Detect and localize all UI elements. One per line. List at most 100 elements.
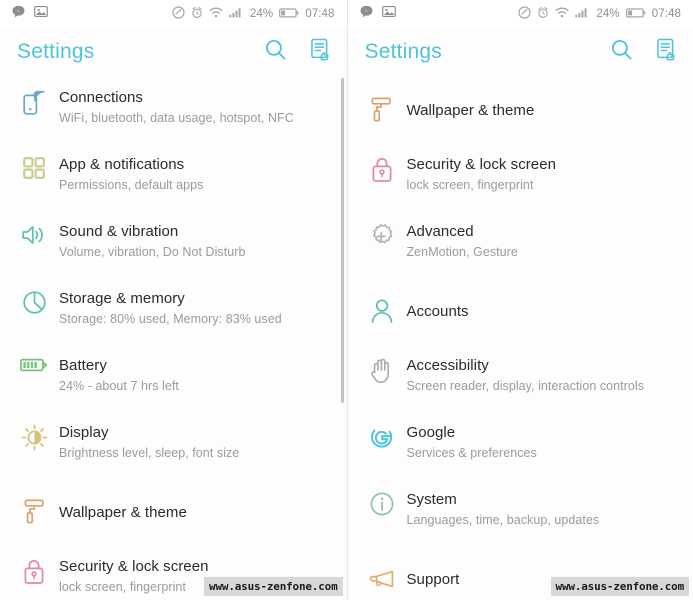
feedback-document-icon[interactable] [655, 38, 677, 66]
list-item-text: Accounts [402, 301, 469, 321]
lock-icon [362, 154, 402, 183]
list-item-text: Security & lock screen lock screen, fing… [402, 154, 557, 194]
list-item-wallpaper-theme[interactable]: Wallpaper & theme [0, 478, 347, 545]
megaphone-icon [362, 568, 402, 590]
list-item-subtitle: Volume, vibration, Do Not Disturb [59, 245, 246, 259]
list-item-subtitle: WiFi, bluetooth, data usage, hotspot, NF… [59, 111, 294, 125]
list-item-subtitle: Brightness level, sleep, font size [59, 446, 240, 460]
list-item-text: App & notifications Permissions, default… [54, 154, 203, 194]
list-item-text: Google Services & preferences [402, 422, 537, 462]
alarm-icon [537, 6, 549, 22]
list-item-text: Display Brightness level, sleep, font si… [54, 422, 239, 462]
list-item-subtitle: lock screen, fingerprint [406, 178, 534, 192]
page-title: Settings [17, 40, 95, 63]
list-item-title: App & notifications [59, 156, 185, 173]
battery-status-icon [279, 7, 299, 22]
status-bar-notification-icons: L [12, 5, 48, 23]
vertical-scrollbar[interactable] [340, 78, 344, 403]
wifi-icon [555, 6, 569, 22]
list-item-subtitle: 24% - about 7 hrs left [59, 379, 179, 393]
list-item-text: Support [402, 569, 460, 589]
list-item-system[interactable]: System Languages, time, backup, updates [348, 478, 693, 545]
list-item-title: Support [406, 570, 460, 588]
list-item-connections[interactable]: Connections WiFi, bluetooth, data usage,… [0, 76, 347, 143]
list-item-sound-vibration[interactable]: Sound & vibration Volume, vibration, Do … [0, 210, 347, 277]
battery-status-icon [625, 7, 646, 22]
wifi-icon [209, 6, 223, 22]
battery-percent-label: 24% [596, 8, 620, 20]
list-item-security-lock-screen[interactable]: Security & lock screen lock screen, fing… [348, 143, 693, 210]
photo-icon [34, 5, 48, 23]
list-item-app-notifications[interactable]: App & notifications Permissions, default… [0, 143, 347, 210]
list-item-title: Display [59, 424, 109, 441]
list-item-title: Security & lock screen [59, 558, 209, 575]
search-icon[interactable] [610, 38, 633, 66]
right-settings-screen: L 24% 07:48 Settings Wallpaper & theme S… [347, 0, 693, 600]
paint-roller-icon [362, 96, 402, 123]
list-item-text: Security & lock screen lock screen, fing… [54, 556, 209, 596]
status-bar-system-icons: 24% 07:48 [172, 6, 335, 22]
alarm-icon [191, 6, 203, 22]
list-item-title: Connections [59, 89, 143, 106]
hand-icon [362, 355, 402, 384]
photo-icon [381, 5, 396, 23]
battery-percent-label: 24% [249, 8, 274, 20]
list-item-title: Wallpaper & theme [406, 101, 535, 119]
status-bar-system-icons: 24% 07:48 [518, 6, 681, 22]
list-item-text: Sound & vibration Volume, vibration, Do … [54, 221, 245, 261]
title-actions-left [264, 38, 331, 66]
status-bar-notification-icons: L [360, 5, 396, 23]
list-item-text: Accessibility Screen reader, display, in… [402, 355, 645, 395]
list-item-google[interactable]: Google Services & preferences [348, 411, 693, 478]
title-actions-right [610, 38, 677, 66]
svg-text:L: L [365, 9, 367, 13]
sound-speaker-icon [14, 221, 54, 247]
list-item-subtitle: Storage: 80% used, Memory: 83% used [59, 312, 282, 326]
dual-screenshot-container: L 24% 07:48 Settings Connections WiFi, b… [0, 0, 693, 600]
list-item-advanced[interactable]: Advanced ZenMotion, Gesture [348, 210, 693, 277]
paint-roller-icon [14, 498, 54, 525]
list-item-subtitle: Languages, time, backup, updates [406, 513, 600, 527]
clock-label: 07:48 [651, 8, 681, 20]
list-item-accounts[interactable]: Accounts [348, 277, 693, 344]
list-item-text: Wallpaper & theme [402, 100, 535, 120]
do-not-disturb-icon [172, 6, 185, 22]
search-icon[interactable] [264, 38, 287, 66]
list-item-accessibility[interactable]: Accessibility Screen reader, display, in… [348, 344, 693, 411]
gear-plus-icon [362, 221, 402, 250]
lock-icon [14, 556, 54, 585]
list-item-text: Connections WiFi, bluetooth, data usage,… [54, 87, 294, 127]
list-item-title: Wallpaper & theme [59, 503, 187, 521]
clock-label: 07:48 [305, 8, 335, 20]
left-settings-screen: L 24% 07:48 Settings Connections WiFi, b… [0, 0, 348, 600]
watermark-right: www.asus-zenfone.com [550, 577, 689, 596]
storage-pie-icon [14, 288, 54, 315]
list-item-text: Wallpaper & theme [54, 502, 187, 522]
list-item-text: Storage & memory Storage: 80% used, Memo… [54, 288, 282, 328]
status-bar-left: L 24% 07:48 [0, 0, 347, 28]
brightness-icon [14, 422, 54, 451]
feedback-document-icon[interactable] [309, 38, 331, 66]
list-item-text: System Languages, time, backup, updates [402, 489, 600, 529]
list-item-subtitle: ZenMotion, Gesture [406, 245, 518, 259]
list-item-title: Accessibility [406, 357, 489, 374]
list-item-title: Accounts [406, 302, 469, 320]
list-item-wallpaper-theme[interactable]: Wallpaper & theme [348, 76, 693, 143]
list-item-title: Google [406, 424, 456, 441]
settings-list-right: Wallpaper & theme Security & lock screen… [348, 76, 693, 600]
google-g-icon [362, 422, 402, 450]
title-bar-left: Settings [0, 28, 347, 76]
list-item-subtitle: lock screen, fingerprint [59, 580, 186, 594]
list-item-title: Advanced [406, 223, 474, 240]
connections-icon [14, 87, 54, 117]
person-icon [362, 298, 402, 324]
list-item-title: Battery [59, 357, 107, 374]
list-item-storage-memory[interactable]: Storage & memory Storage: 80% used, Memo… [0, 277, 347, 344]
list-item-subtitle: Screen reader, display, interaction cont… [406, 379, 645, 393]
list-item-display[interactable]: Display Brightness level, sleep, font si… [0, 411, 347, 478]
apps-grid-icon [14, 154, 54, 180]
line-chat-icon: L [12, 5, 25, 23]
list-item-battery[interactable]: Battery 24% - about 7 hrs left [0, 344, 347, 411]
status-bar-right: L 24% 07:48 [347, 0, 693, 28]
list-item-title: Security & lock screen [406, 156, 556, 173]
